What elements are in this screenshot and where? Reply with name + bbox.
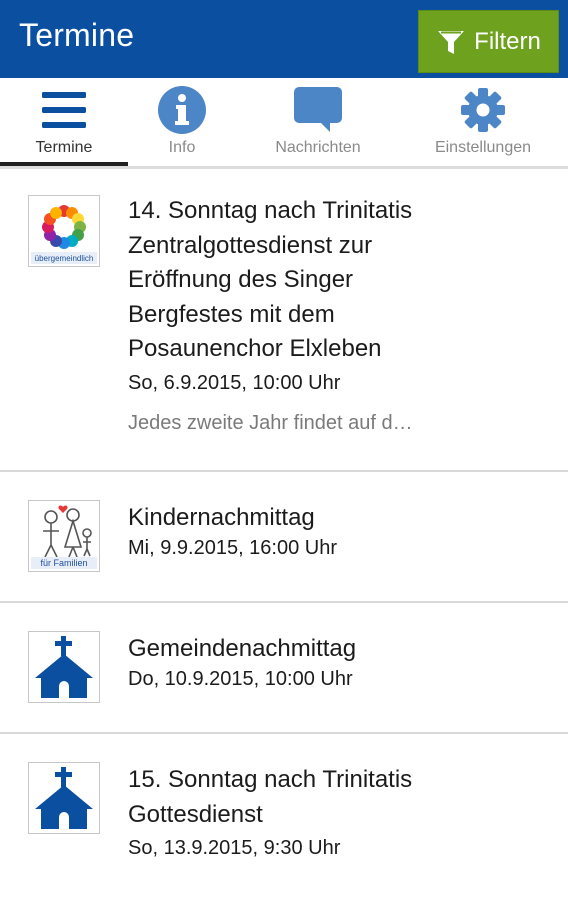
- event-description: Jedes zweite Jahr findet auf d…: [128, 411, 413, 434]
- funnel-icon: [436, 27, 466, 57]
- tab-label: Termine: [35, 139, 93, 156]
- tab-info[interactable]: Info: [128, 78, 236, 166]
- event-date: Mi, 9.9.2015, 16:00 Uhr: [128, 536, 338, 559]
- event-item[interactable]: Gemeindenachmittag Do, 10.9.2015, 10:00 …: [0, 603, 568, 734]
- event-title: 15. Sonntag nach Trinitatis Gottesdienst: [128, 763, 548, 832]
- event-title: 14. Sonntag nach Trinitatis Zentralgotte…: [128, 194, 548, 367]
- chat-icon: [294, 86, 342, 134]
- event-title: Gemeindenachmittag: [128, 632, 548, 667]
- tab-termine[interactable]: Termine: [0, 78, 128, 166]
- event-date: So, 13.9.2015, 9:30 Uhr: [128, 837, 341, 859]
- tab-label: Info: [168, 139, 196, 156]
- tab-einstellungen[interactable]: Einstellungen: [420, 78, 546, 166]
- event-title-line: Posaunenchor Elxleben: [128, 335, 382, 362]
- menu-icon: [42, 86, 86, 134]
- gear-icon: [460, 86, 506, 134]
- tab-label: Nachrichten: [275, 139, 361, 156]
- app-bar: Termine Filtern: [0, 0, 568, 78]
- event-title-line: Gemeindenachmittag: [128, 635, 357, 662]
- event-title-line: Bergfestes mit dem: [128, 300, 335, 328]
- family-logo: für Familien: [28, 500, 100, 572]
- church-icon: [28, 762, 100, 834]
- church-icon: [28, 631, 100, 703]
- event-title-line: Gottesdienst: [128, 800, 263, 828]
- active-tab-indicator: [0, 162, 128, 166]
- event-date: Do, 10.9.2015, 10:00 Uhr: [128, 667, 353, 690]
- event-item[interactable]: übergemeindlich 14. Sonntag nach Trinita…: [0, 169, 568, 472]
- event-title-line: Kindernachmittag: [128, 504, 315, 531]
- info-icon: [157, 86, 207, 134]
- filter-button[interactable]: Filtern: [418, 10, 559, 73]
- filter-button-label: Filtern: [474, 27, 541, 55]
- event-text: 15. Sonntag nach Trinitatis Gottesdienst…: [128, 763, 548, 862]
- event-list: übergemeindlich 14. Sonntag nach Trinita…: [0, 169, 568, 904]
- event-date: So, 6.9.2015, 10:00 Uhr: [128, 371, 341, 394]
- event-text: Kindernachmittag Mi, 9.9.2015, 16:00 Uhr: [128, 501, 548, 562]
- tab-nachrichten[interactable]: Nachrichten: [256, 78, 380, 166]
- event-title-line: Eröffnung des Singer: [128, 266, 354, 293]
- thumb-caption: für Familien: [40, 558, 88, 568]
- page-title: Termine: [19, 17, 135, 53]
- event-title-line: Zentralgottesdienst zur: [128, 231, 373, 259]
- tab-bar: Termine Info Nachrichten Einstellungen: [0, 78, 568, 169]
- uebergemeindlich-logo: übergemeindlich: [28, 195, 100, 267]
- event-title: Kindernachmittag: [128, 501, 548, 536]
- tab-label: Einstellungen: [434, 139, 532, 156]
- thumb-caption: übergemeindlich: [34, 254, 94, 263]
- event-item[interactable]: 15. Sonntag nach Trinitatis Gottesdienst…: [0, 734, 568, 904]
- event-title-line: 15. Sonntag nach Trinitatis: [128, 766, 413, 793]
- event-title-line: 14. Sonntag nach Trinitatis: [128, 197, 413, 224]
- event-text: Gemeindenachmittag Do, 10.9.2015, 10:00 …: [128, 632, 548, 693]
- event-text: 14. Sonntag nach Trinitatis Zentralgotte…: [128, 194, 548, 437]
- event-item[interactable]: für Familien Kindernachmittag Mi, 9.9.20…: [0, 472, 568, 603]
